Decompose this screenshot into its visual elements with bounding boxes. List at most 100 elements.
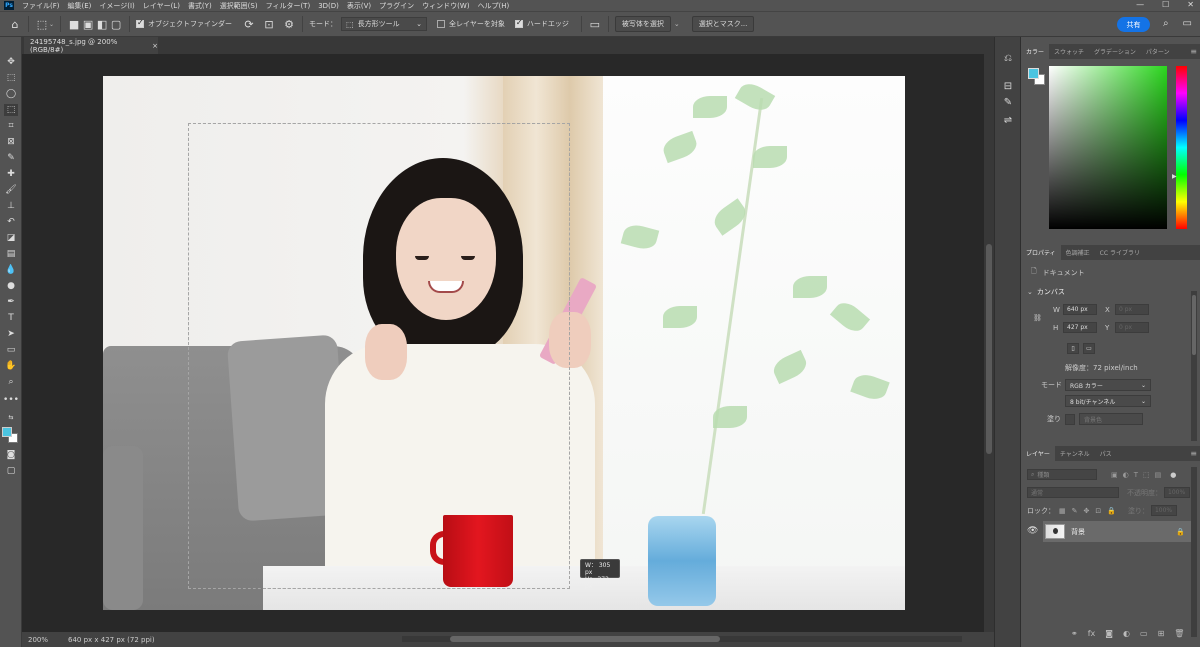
tab-adjustments[interactable]: 色調補正 xyxy=(1061,245,1095,260)
tab-properties[interactable]: プロパティ xyxy=(1021,245,1061,260)
canvas-y-field[interactable]: 0 px xyxy=(1115,322,1149,333)
adjustment-layer-icon[interactable]: ◐ xyxy=(1123,629,1130,638)
hard-edge-checkbox[interactable]: ハードエッジ xyxy=(514,18,569,29)
hue-slider[interactable] xyxy=(1176,66,1187,229)
color-foreground-swatch[interactable] xyxy=(1028,68,1039,79)
lock-icons[interactable]: ▦✎✥⊡🔒 xyxy=(1059,507,1122,515)
lasso-tool-icon[interactable]: ◯ xyxy=(4,88,18,100)
blend-mode-select[interactable]: 通常 xyxy=(1027,487,1119,498)
layer-filter-icons[interactable]: ▣◐T⬚▤ xyxy=(1111,471,1166,479)
rectangle-tool-icon[interactable]: ▭ xyxy=(4,344,18,356)
menu-filter[interactable]: フィルター(T) xyxy=(266,1,311,11)
search-icon[interactable]: ⌕ xyxy=(1163,18,1169,29)
menu-file[interactable]: ファイル(F) xyxy=(22,1,60,11)
object-finder-checkbox[interactable]: オブジェクトファインダー xyxy=(136,18,232,29)
select-and-mask-button[interactable]: 選択とマスク... xyxy=(691,16,755,32)
document-tab[interactable]: 24195748_s.jpg @ 200% (RGB/8#) × xyxy=(24,37,158,54)
menu-plugins[interactable]: プラグイン xyxy=(379,1,414,11)
eraser-tool-icon[interactable]: ◪ xyxy=(4,232,18,244)
gear-icon[interactable]: ⚙ xyxy=(282,17,296,31)
fill-color-swatch[interactable] xyxy=(1065,413,1075,425)
eyedropper-tool-icon[interactable]: ✎ xyxy=(4,152,18,164)
close-tab-icon[interactable]: × xyxy=(152,42,158,50)
swap-colors-icon[interactable]: ⇆ xyxy=(4,411,18,423)
pen-tool-icon[interactable]: ✒ xyxy=(4,296,18,308)
blur-tool-icon[interactable]: 💧 xyxy=(4,264,18,276)
subtract-selection-icon[interactable]: ◧ xyxy=(95,17,109,31)
tab-gradients[interactable]: グラデーション xyxy=(1089,44,1141,59)
tab-cc-libraries[interactable]: CC ライブラリ xyxy=(1095,245,1145,260)
selection-icon[interactable]: ▭ xyxy=(588,17,602,31)
more-tools-icon[interactable]: ••• xyxy=(3,394,19,406)
menu-view[interactable]: 表示(V) xyxy=(347,1,371,11)
zoom-tool-icon[interactable]: ⌕ xyxy=(4,376,18,388)
portrait-icon[interactable]: ▯ xyxy=(1067,343,1079,354)
path-selection-icon[interactable]: ➤ xyxy=(4,328,18,340)
chevron-down-icon[interactable]: ⌄ xyxy=(674,20,680,28)
maximize-icon[interactable]: ☐ xyxy=(1162,0,1169,9)
frame-tool-icon[interactable]: ⊠ xyxy=(4,136,18,148)
fill-select[interactable]: 背景色 xyxy=(1079,413,1143,425)
canvas-area[interactable]: W： 305 px H： 373 px xyxy=(22,54,984,632)
object-selection-tool-icon[interactable]: ⬚ xyxy=(35,17,49,31)
menu-edit[interactable]: 編集(E) xyxy=(68,1,92,11)
menu-layer[interactable]: レイヤー(L) xyxy=(143,1,180,11)
info-icon[interactable]: ⊟ xyxy=(1001,79,1015,93)
zoom-level[interactable]: 200% xyxy=(28,636,68,644)
show-objects-icon[interactable]: ⊡ xyxy=(262,17,276,31)
adjustments-icon[interactable]: ⇌ xyxy=(1001,113,1015,127)
gradient-tool-icon[interactable]: ▤ xyxy=(4,248,18,260)
hand-tool-icon[interactable]: ✋ xyxy=(4,360,18,372)
mode-select[interactable]: ⬚ 長方形ツール ⌄ xyxy=(341,17,428,31)
menu-select[interactable]: 選択範囲(S) xyxy=(220,1,258,11)
type-tool-icon[interactable]: T xyxy=(4,312,18,324)
tab-color[interactable]: カラー xyxy=(1021,44,1050,59)
menu-help[interactable]: ヘルプ(H) xyxy=(478,1,510,11)
canvas-height-field[interactable]: 427 px xyxy=(1063,322,1097,333)
foreground-color-swatch[interactable] xyxy=(2,427,12,437)
move-tool-icon[interactable]: ✥ xyxy=(4,56,18,68)
home-icon[interactable]: ⌂ xyxy=(8,17,22,31)
bit-depth-select[interactable]: 8 bit/チャンネル ⌄ xyxy=(1065,395,1151,407)
opacity-field[interactable]: 100% xyxy=(1164,487,1190,498)
brush-tool-icon[interactable]: 🖌 xyxy=(4,184,18,196)
new-layer-icon[interactable]: ⊞ xyxy=(1158,629,1165,638)
dodge-tool-icon[interactable]: ● xyxy=(4,280,18,292)
layer-fill-field[interactable]: 100% xyxy=(1150,505,1177,516)
new-selection-icon[interactable]: ■ xyxy=(67,17,81,31)
layers-scrollbar[interactable] xyxy=(1191,467,1197,637)
tab-layers[interactable]: レイヤー xyxy=(1021,446,1055,461)
filter-toggle-icon[interactable]: ● xyxy=(1170,471,1176,479)
layer-row-background[interactable]: 背景 🔒 xyxy=(1043,521,1191,542)
menu-3d[interactable]: 3D(D) xyxy=(318,2,339,10)
link-icon[interactable]: ⛓ xyxy=(1033,314,1042,322)
marquee-tool-icon[interactable]: ⬚ xyxy=(4,72,18,84)
landscape-icon[interactable]: ▭ xyxy=(1083,343,1095,354)
chevron-down-icon[interactable]: ⌄ xyxy=(49,21,54,28)
panel-menu-icon[interactable]: ≡ xyxy=(1190,47,1197,56)
panel-menu-icon[interactable]: ≡ xyxy=(1190,449,1197,458)
minimize-icon[interactable]: — xyxy=(1136,0,1144,9)
crop-tool-icon[interactable]: ⌗ xyxy=(4,120,18,132)
refresh-icon[interactable]: ⟳ xyxy=(242,17,256,31)
intersect-selection-icon[interactable]: ▢ xyxy=(109,17,123,31)
object-selection-tool-icon[interactable]: ⬚ xyxy=(4,104,18,116)
fx-icon[interactable]: fx xyxy=(1088,629,1096,638)
share-button[interactable]: 共有 xyxy=(1117,17,1150,32)
link-layers-icon[interactable]: ⚭ xyxy=(1071,629,1078,638)
tab-patterns[interactable]: パターン xyxy=(1141,44,1175,59)
horizontal-scrollbar[interactable] xyxy=(402,636,962,642)
color-mode-select[interactable]: RGB カラー ⌄ xyxy=(1065,379,1151,391)
vertical-scrollbar[interactable] xyxy=(984,54,994,632)
color-field[interactable] xyxy=(1049,66,1167,229)
close-icon[interactable]: ✕ xyxy=(1187,0,1194,9)
menu-image[interactable]: イメージ(I) xyxy=(99,1,134,11)
screen-mode-icon[interactable]: ▢ xyxy=(4,465,18,477)
hue-slider-marker-icon[interactable]: ▶ xyxy=(1172,173,1177,180)
add-mask-icon[interactable]: ◙ xyxy=(1105,629,1113,638)
quick-mask-icon[interactable]: ◙ xyxy=(4,449,18,461)
properties-scrollbar[interactable] xyxy=(1191,291,1197,441)
selection-marquee[interactable] xyxy=(188,123,570,589)
delete-layer-icon[interactable]: 🗑 xyxy=(1174,629,1184,638)
clone-stamp-icon[interactable]: ⊥ xyxy=(4,200,18,212)
